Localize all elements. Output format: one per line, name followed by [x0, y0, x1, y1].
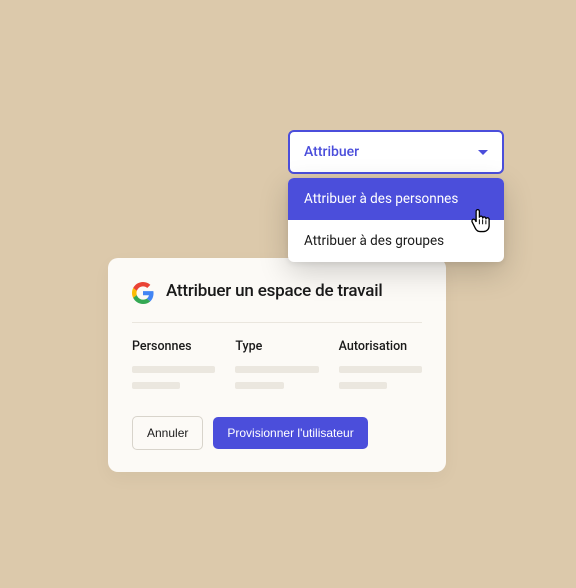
dropdown-trigger[interactable]: Attribuer — [288, 130, 504, 174]
chevron-down-icon — [478, 150, 488, 155]
dropdown-trigger-label: Attribuer — [304, 144, 359, 160]
column-header: Type — [235, 339, 318, 354]
card-title: Attribuer un espace de travail — [166, 280, 383, 302]
google-logo-icon — [132, 282, 154, 304]
columns-region: Personnes Type Autorisation — [132, 323, 422, 416]
column-header: Personnes — [132, 339, 215, 354]
skeleton-bar — [132, 382, 180, 389]
column-header: Autorisation — [339, 339, 422, 354]
card-header: Attribuer un espace de travail — [132, 280, 422, 323]
column-type: Type — [235, 339, 318, 398]
column-people: Personnes — [132, 339, 215, 398]
dropdown-menu: Attribuer à des personnes Attribuer à de… — [288, 178, 504, 262]
cancel-button[interactable]: Annuler — [132, 416, 203, 450]
column-authorization: Autorisation — [339, 339, 422, 398]
skeleton-bar — [339, 366, 422, 373]
skeleton-bar — [235, 382, 283, 389]
skeleton-bar — [339, 382, 387, 389]
provision-user-button[interactable]: Provisionner l'utilisateur — [213, 417, 367, 449]
card-actions: Annuler Provisionner l'utilisateur — [132, 416, 422, 450]
assign-workspace-card: Attribuer un espace de travail Personnes… — [108, 258, 446, 472]
skeleton-bar — [235, 366, 318, 373]
dropdown-item-assign-groups[interactable]: Attribuer à des groupes — [288, 220, 504, 262]
skeleton-bar — [132, 366, 215, 373]
dropdown-item-assign-people[interactable]: Attribuer à des personnes — [288, 178, 504, 220]
assign-dropdown: Attribuer Attribuer à des personnes Attr… — [288, 130, 504, 262]
